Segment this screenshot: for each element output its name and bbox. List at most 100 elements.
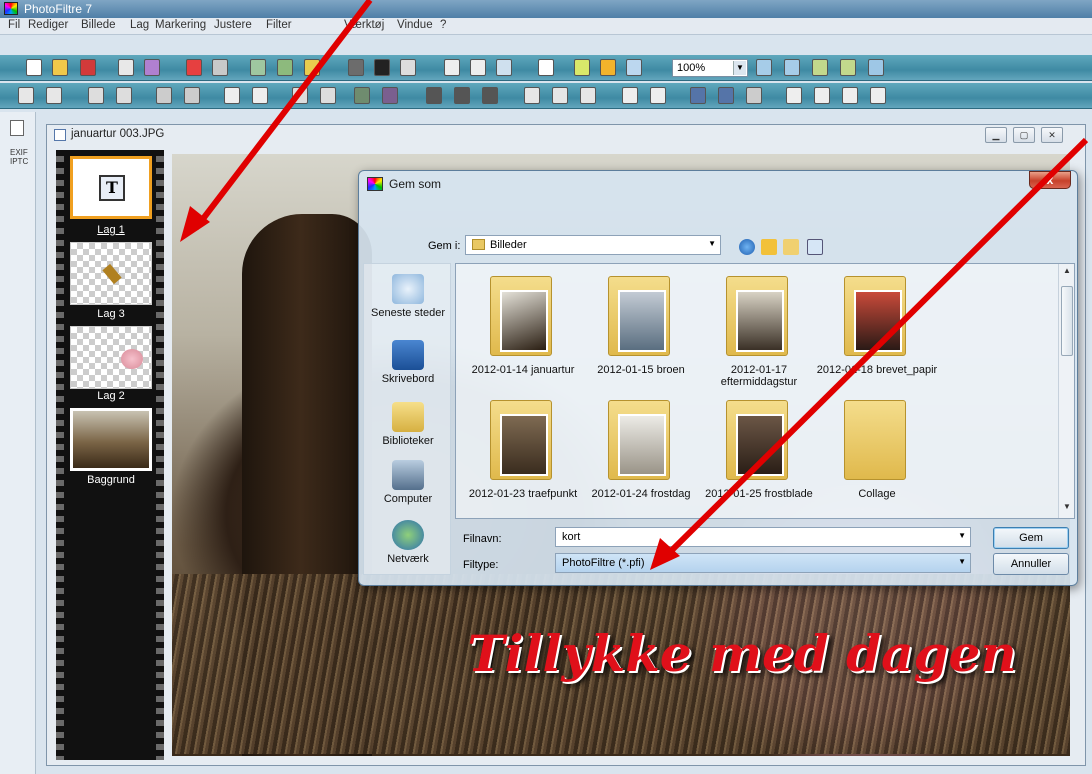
auto-levels-icon[interactable]: [18, 87, 34, 104]
minimize-button[interactable]: ▁: [985, 127, 1007, 143]
list-item[interactable]: 2012-01-17 eftermiddagstur: [700, 268, 818, 394]
menu-filter[interactable]: Filter: [266, 19, 292, 31]
mirror-icon[interactable]: [650, 87, 666, 104]
sepia-icon[interactable]: [382, 87, 398, 104]
actual-size-icon[interactable]: [840, 59, 856, 76]
paste-icon[interactable]: [277, 59, 293, 76]
brightness-up-icon[interactable]: [116, 87, 132, 104]
layer-label-lag3[interactable]: Lag 3: [66, 308, 156, 320]
mask-icon[interactable]: [842, 87, 858, 104]
chevron-down-icon[interactable]: ▼: [958, 557, 966, 566]
gamma-up-icon[interactable]: [252, 87, 268, 104]
contrast-up-icon[interactable]: [184, 87, 200, 104]
layers-icon[interactable]: [574, 59, 590, 76]
transparency-icon[interactable]: [400, 59, 416, 76]
selection-icon[interactable]: [496, 59, 512, 76]
filetype-select[interactable]: PhotoFiltre (*.pfi) ▼: [555, 553, 971, 573]
fit-image-icon[interactable]: [812, 59, 828, 76]
place-libraries[interactable]: Biblioteker: [364, 402, 452, 447]
crop-icon[interactable]: [746, 87, 762, 104]
fullscreen-icon[interactable]: [868, 59, 884, 76]
menu-rediger[interactable]: Rediger: [28, 19, 68, 31]
menu-help[interactable]: ?: [440, 19, 446, 31]
outline-icon[interactable]: [814, 87, 830, 104]
zoom-select[interactable]: 100% ▼: [672, 59, 748, 77]
layer-label-lag2[interactable]: Lag 2: [66, 390, 156, 402]
zoom-out-icon[interactable]: [784, 59, 800, 76]
maximize-button[interactable]: ▢: [1013, 127, 1035, 143]
up-folder-icon[interactable]: [761, 239, 777, 255]
undo-icon[interactable]: [186, 59, 202, 76]
list-item[interactable]: 2012-01-15 broen: [582, 268, 700, 394]
list-item[interactable]: 2012-01-18 brevet_papir: [817, 268, 937, 394]
saturation-down-icon[interactable]: [292, 87, 308, 104]
menu-vaerktoej[interactable]: Værktøj: [344, 19, 384, 31]
layer-label-baggrund[interactable]: Baggrund: [66, 474, 156, 486]
list-item[interactable]: 2012-01-14 januartur: [464, 268, 582, 394]
close-button[interactable]: ✕: [1041, 127, 1063, 143]
text-tool-icon[interactable]: [538, 59, 554, 76]
zoom-in-icon[interactable]: [756, 59, 772, 76]
place-network[interactable]: Netværk: [364, 520, 452, 565]
list-item[interactable]: Collage: [818, 392, 936, 518]
scan-icon[interactable]: [144, 59, 160, 76]
window-icon[interactable]: [626, 59, 642, 76]
chevron-down-icon[interactable]: ▼: [708, 239, 716, 248]
open-folder-icon[interactable]: [52, 59, 68, 76]
fill-color-icon[interactable]: [348, 59, 364, 76]
new-folder-icon[interactable]: [783, 239, 799, 255]
dialog-close-button[interactable]: x: [1029, 171, 1071, 189]
menu-justere[interactable]: Justere: [214, 19, 252, 31]
view-menu-icon[interactable]: [807, 239, 823, 255]
blur-icon[interactable]: [524, 87, 540, 104]
back-arrow-icon[interactable]: [739, 239, 755, 255]
save-disk-icon[interactable]: [80, 59, 96, 76]
paste-new-icon[interactable]: [304, 59, 320, 76]
layer-thumb-baggrund[interactable]: [70, 408, 152, 471]
contrast-down-icon[interactable]: [156, 87, 172, 104]
filter-icon-1[interactable]: [426, 87, 442, 104]
file-list-scrollbar[interactable]: ▲ ▼: [1058, 264, 1074, 518]
auto-contrast-icon[interactable]: [46, 87, 62, 104]
scroll-thumb[interactable]: [1061, 286, 1073, 356]
layer-label-lag1[interactable]: Lag 1: [66, 224, 156, 236]
rotate-left-icon[interactable]: [690, 87, 706, 104]
menu-vindue[interactable]: Vindue: [397, 19, 433, 31]
image-size-icon[interactable]: [444, 59, 460, 76]
brightness-down-icon[interactable]: [88, 87, 104, 104]
chevron-down-icon[interactable]: ▼: [733, 61, 746, 75]
place-computer[interactable]: Computer: [364, 460, 452, 505]
gamma-down-icon[interactable]: [224, 87, 240, 104]
look-in-select[interactable]: Billeder ▼: [465, 235, 721, 255]
tool-panel-icon[interactable]: [10, 120, 24, 136]
print-icon[interactable]: [118, 59, 134, 76]
menu-billede[interactable]: Billede: [81, 19, 116, 31]
layer-thumb-lag1[interactable]: T: [70, 156, 152, 219]
list-item[interactable]: 2012-01-25 frostblade: [700, 392, 818, 518]
frame-icon[interactable]: [786, 87, 802, 104]
palette-icon[interactable]: [374, 59, 390, 76]
menu-markering[interactable]: Markering: [155, 19, 206, 31]
filter-icon-2[interactable]: [454, 87, 470, 104]
place-recent[interactable]: Seneste steder: [364, 274, 452, 319]
menu-lag[interactable]: Lag: [130, 19, 149, 31]
saturation-up-icon[interactable]: [320, 87, 336, 104]
layer-thumb-lag3[interactable]: [70, 242, 152, 305]
new-file-icon[interactable]: [26, 59, 42, 76]
flip-icon[interactable]: [622, 87, 638, 104]
filter-icon-3[interactable]: [482, 87, 498, 104]
sharpen-icon[interactable]: [552, 87, 568, 104]
list-item[interactable]: 2012-01-23 traefpunkt: [464, 392, 582, 518]
redo-icon[interactable]: [212, 59, 228, 76]
save-button[interactable]: Gem: [993, 527, 1069, 549]
soften-icon[interactable]: [580, 87, 596, 104]
cancel-button[interactable]: Annuller: [993, 553, 1069, 575]
scroll-down-icon[interactable]: ▼: [1059, 502, 1075, 516]
grayscale-icon[interactable]: [354, 87, 370, 104]
copy-icon[interactable]: [250, 59, 266, 76]
filename-input[interactable]: kort ▼: [555, 527, 971, 547]
scroll-up-icon[interactable]: ▲: [1059, 266, 1075, 280]
list-item[interactable]: 2012-01-24 frostdag: [582, 392, 700, 518]
exif-iptc-button[interactable]: EXIF IPTC: [10, 148, 28, 166]
texture-icon[interactable]: [870, 87, 886, 104]
